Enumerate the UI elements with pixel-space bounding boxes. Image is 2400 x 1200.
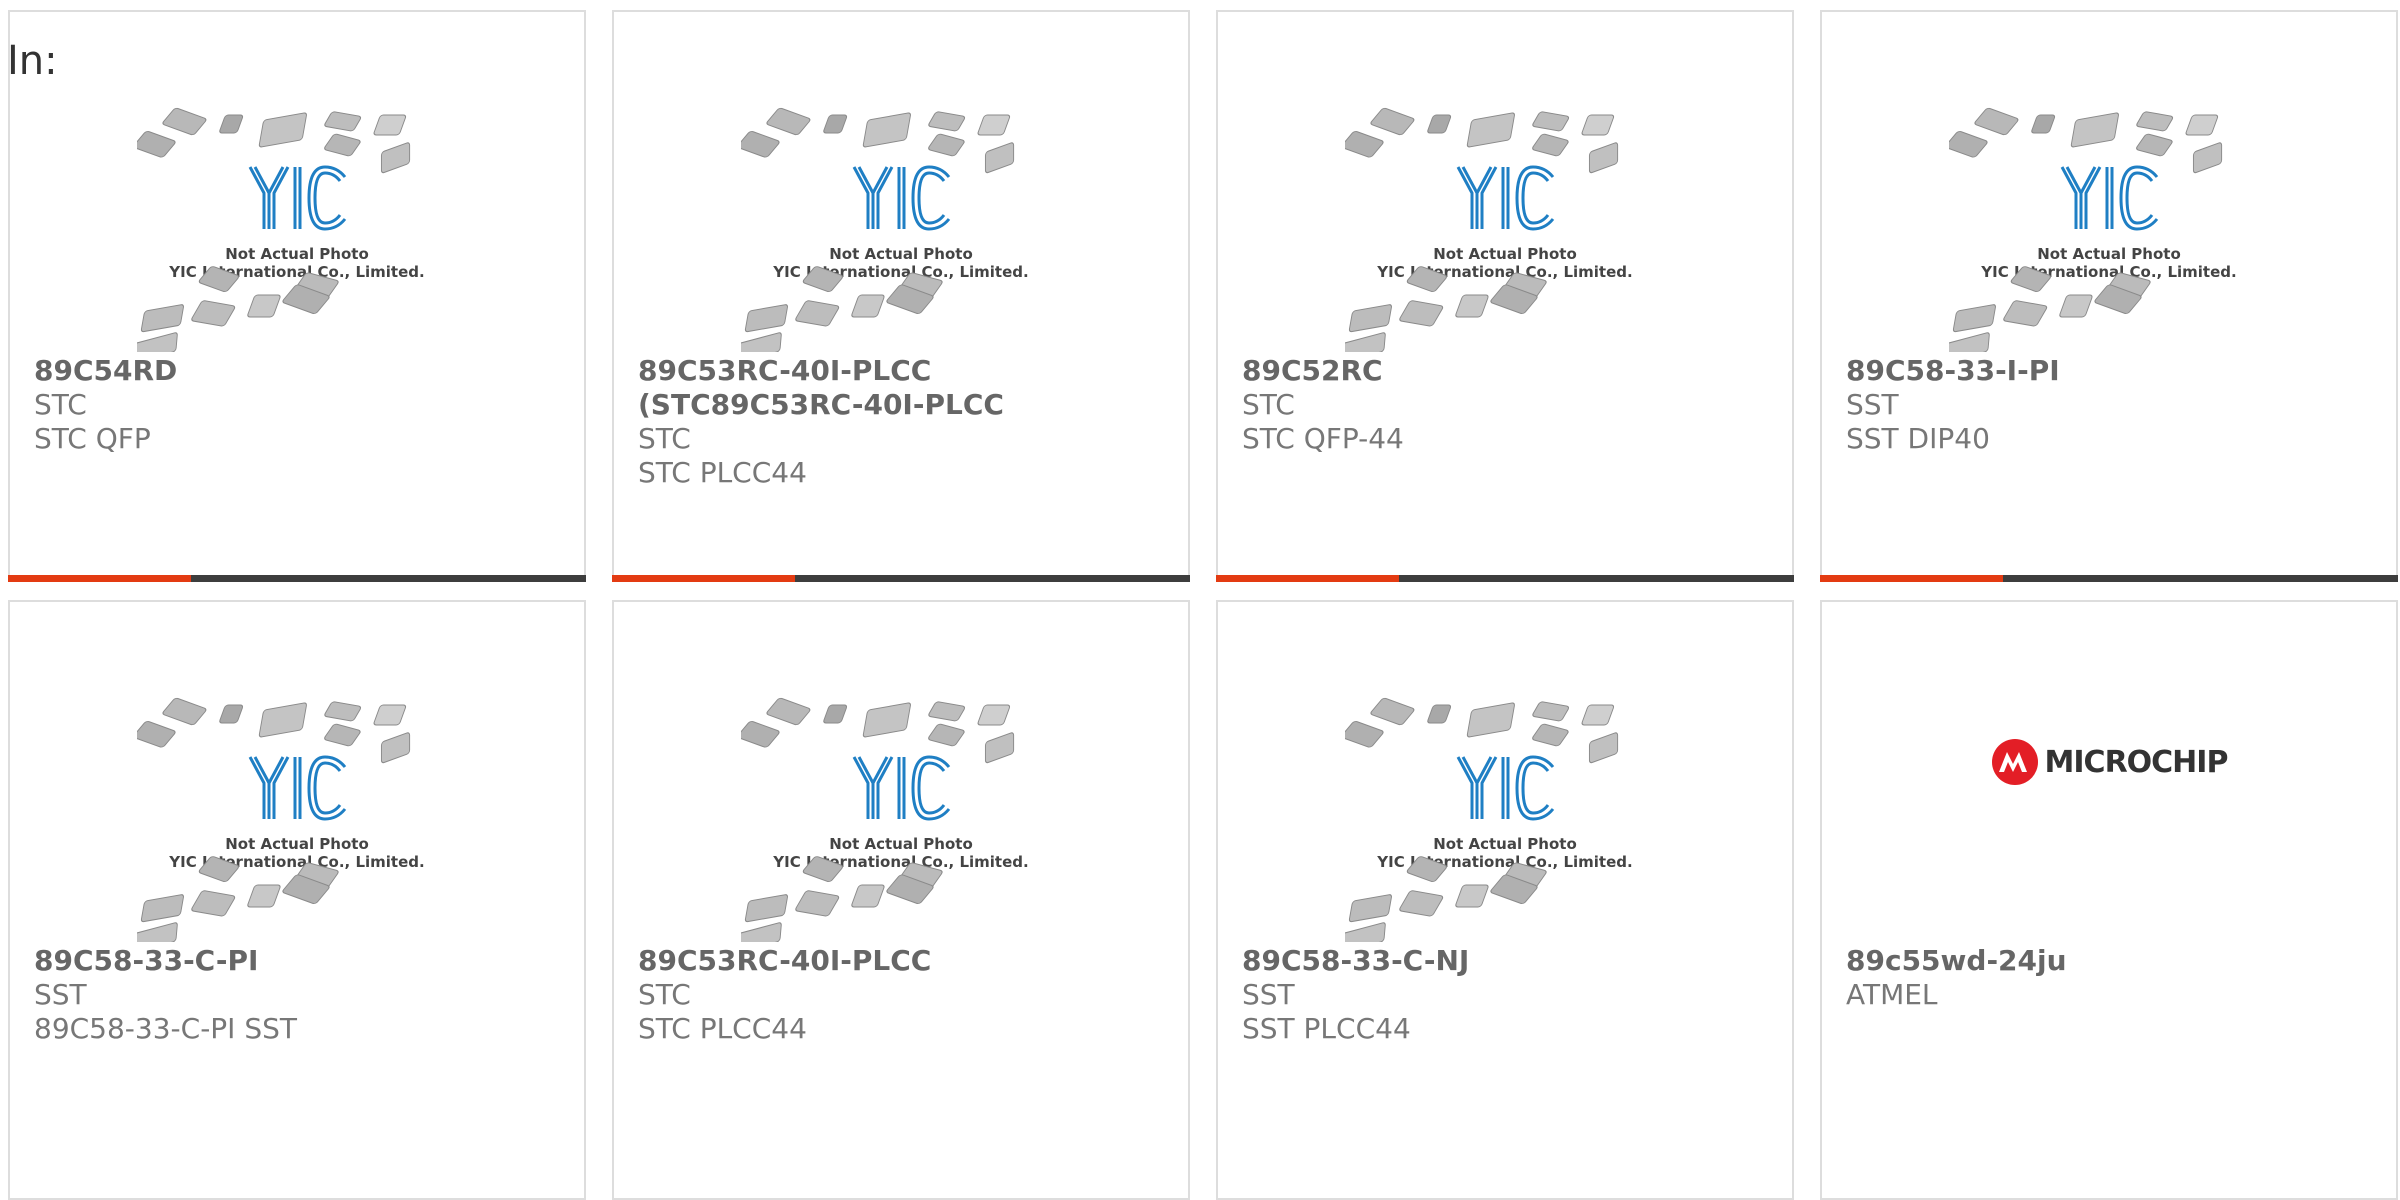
placeholder-image: Not Actual Photo YIC International Co., … <box>741 697 1029 942</box>
product-card[interactable]: Not Actual Photo YIC International Co., … <box>1820 10 2398 582</box>
product-info: 89C58-33-C-NJ SST SST PLCC44 <box>1242 944 1768 1046</box>
product-image[interactable]: Not Actual Photo YIC International Co., … <box>614 97 1188 352</box>
product-info: 89C53RC-40I-PLCC STC STC PLCC44 <box>638 944 1164 1046</box>
card-accent-bar <box>1820 575 2003 582</box>
product-part-number[interactable]: 89C58-33-C-PI <box>34 944 560 978</box>
microchip-logo-text: MICROCHIP <box>2044 744 2229 780</box>
product-manufacturer: STC <box>638 422 691 455</box>
product-manufacturer: SST <box>1846 388 1899 421</box>
microchip-icon <box>1991 739 2038 785</box>
placeholder-image: Not Actual Photo YIC International Co., … <box>1345 697 1633 942</box>
product-description: 89C58-33-C-PI SST <box>34 1012 297 1045</box>
product-image[interactable]: Not Actual Photo YIC International Co., … <box>1218 687 1792 942</box>
svg-text:Not Actual Photo: Not Actual Photo <box>225 245 369 263</box>
product-manufacturer: STC <box>34 388 87 421</box>
card-accent-bar <box>1216 575 1399 582</box>
product-description: STC PLCC44 <box>638 456 807 489</box>
product-info: 89C52RC STC STC QFP-44 <box>1242 354 1768 456</box>
placeholder-image: Not Actual Photo YIC International Co., … <box>137 107 425 352</box>
card-accent-bar <box>8 575 191 582</box>
product-part-number[interactable]: 89C52RC <box>1242 354 1768 388</box>
product-card[interactable]: Not Actual Photo YIC International Co., … <box>1216 600 1794 1200</box>
svg-text:Not Actual Photo: Not Actual Photo <box>2037 245 2181 263</box>
product-card[interactable]: Not Actual Photo YIC International Co., … <box>1216 10 1794 582</box>
product-card[interactable]: MICROCHIP 89c55wd-24ju ATMEL <box>1820 600 2398 1200</box>
product-image[interactable]: Not Actual Photo YIC International Co., … <box>10 687 584 942</box>
product-part-number[interactable]: 89C54RD <box>34 354 560 388</box>
card-bottom-bar <box>1216 575 1794 582</box>
product-grid: Not Actual Photo YIC International Co., … <box>8 10 2400 1200</box>
product-manufacturer: STC <box>638 978 691 1011</box>
product-manufacturer: ATMEL <box>1846 978 1938 1011</box>
placeholder-image: Not Actual Photo YIC International Co., … <box>137 697 425 942</box>
product-description: STC QFP <box>34 422 151 455</box>
card-bottom-bar <box>1820 575 2398 582</box>
placeholder-image: Not Actual Photo YIC International Co., … <box>741 107 1029 352</box>
product-image[interactable]: Not Actual Photo YIC International Co., … <box>614 687 1188 942</box>
product-info: 89C53RC-40I-PLCC (STC89C53RC-40I-PLCC ST… <box>638 354 1164 490</box>
card-bottom-bar <box>612 575 1190 582</box>
product-manufacturer: STC <box>1242 388 1295 421</box>
microchip-logo[interactable]: MICROCHIP <box>1822 732 2396 792</box>
product-info: 89c55wd-24ju ATMEL <box>1846 944 2372 1012</box>
product-image[interactable]: Not Actual Photo YIC International Co., … <box>1822 97 2396 352</box>
product-manufacturer: SST <box>1242 978 1295 1011</box>
product-description: STC PLCC44 <box>638 1012 807 1045</box>
card-accent-bar <box>612 575 795 582</box>
placeholder-image: Not Actual Photo YIC International Co., … <box>1949 107 2237 352</box>
product-manufacturer: SST <box>34 978 87 1011</box>
svg-text:Not Actual Photo: Not Actual Photo <box>225 835 369 853</box>
product-part-number[interactable]: 89C53RC-40I-PLCC (STC89C53RC-40I-PLCC <box>638 354 1164 422</box>
svg-text:Not Actual Photo: Not Actual Photo <box>1433 835 1577 853</box>
product-card[interactable]: Not Actual Photo YIC International Co., … <box>8 600 586 1200</box>
svg-text:Not Actual Photo: Not Actual Photo <box>829 245 973 263</box>
card-bottom-bar <box>8 575 586 582</box>
product-info: 89C58-33-C-PI SST 89C58-33-C-PI SST <box>34 944 560 1046</box>
svg-text:Not Actual Photo: Not Actual Photo <box>1433 245 1577 263</box>
product-part-number[interactable]: 89C53RC-40I-PLCC <box>638 944 1164 978</box>
product-part-number[interactable]: 89C58-33-C-NJ <box>1242 944 1768 978</box>
product-description: SST DIP40 <box>1846 422 1990 455</box>
product-part-number[interactable]: 89C58-33-I-PI <box>1846 354 2372 388</box>
product-description: SST PLCC44 <box>1242 1012 1411 1045</box>
product-card[interactable]: Not Actual Photo YIC International Co., … <box>612 10 1190 582</box>
product-info: 89C54RD STC STC QFP <box>34 354 560 456</box>
product-info: 89C58-33-I-PI SST SST DIP40 <box>1846 354 2372 456</box>
product-description: STC QFP-44 <box>1242 422 1404 455</box>
product-image[interactable]: Not Actual Photo YIC International Co., … <box>1218 97 1792 352</box>
product-card[interactable]: Not Actual Photo YIC International Co., … <box>612 600 1190 1200</box>
product-card[interactable]: Not Actual Photo YIC International Co., … <box>8 10 586 582</box>
product-image[interactable]: Not Actual Photo YIC International Co., … <box>10 97 584 352</box>
search-scope-label: In: <box>7 38 58 84</box>
placeholder-image: Not Actual Photo YIC International Co., … <box>1345 107 1633 352</box>
product-part-number[interactable]: 89c55wd-24ju <box>1846 944 2372 978</box>
svg-text:Not Actual Photo: Not Actual Photo <box>829 835 973 853</box>
